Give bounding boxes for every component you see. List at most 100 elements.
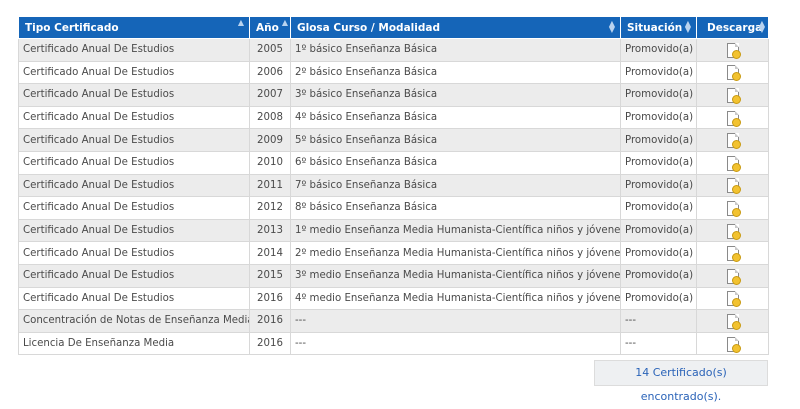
table-row: Certificado Anual De Estudios 2009 5º bási… [18, 128, 769, 152]
cell-situacion: Promovido(a) [620, 83, 697, 107]
cell-tipo: Concentración de Notas de Enseñanza Medi… [18, 309, 250, 333]
cell-tipo: Certificado Anual De Estudios [18, 83, 250, 107]
table-row: Certificado Anual De Estudios 2014 2º medi… [18, 241, 769, 265]
cell-anio: 2005 [249, 38, 291, 62]
cell-glosa: 8º básico Enseñanza Básica [290, 196, 621, 220]
cell-anio: 2006 [249, 60, 291, 85]
cell-tipo: Certificado Anual De Estudios [18, 150, 250, 175]
cell-anio: 2013 [249, 218, 291, 243]
certificate-file-icon[interactable] [726, 336, 741, 353]
cell-descarga [696, 105, 769, 130]
certificate-file-icon[interactable] [726, 155, 741, 172]
column-header-glosa[interactable]: Glosa Curso / Modalidad ▲ ▼ [290, 16, 621, 39]
column-header-situacion[interactable]: Situación ▲ ▼ [620, 16, 697, 39]
cell-anio: 2014 [249, 241, 291, 265]
sort-both-icon[interactable]: ▲ ▼ [685, 20, 691, 34]
cell-anio: 2007 [249, 83, 291, 107]
certificate-file-icon[interactable] [726, 87, 741, 104]
sort-asc-icon[interactable]: ▲ [282, 19, 288, 27]
table-row: Certificado Anual De Estudios 2011 7º bási… [18, 173, 769, 198]
certificate-file-icon[interactable] [726, 42, 741, 59]
cell-anio: 2012 [249, 196, 291, 220]
column-header-glosa-label: Glosa Curso / Modalidad [297, 21, 440, 34]
cell-descarga [696, 150, 769, 175]
cell-descarga [696, 173, 769, 198]
cell-anio: 2015 [249, 263, 291, 288]
certificate-file-icon[interactable] [726, 246, 741, 263]
sort-both-icon[interactable]: ▲ ▼ [609, 20, 615, 34]
cell-descarga [696, 60, 769, 85]
certificate-file-icon[interactable] [726, 313, 741, 330]
column-header-descarga[interactable]: Descarga ▲ ▼ [696, 16, 769, 39]
cell-descarga [696, 286, 769, 311]
table-header-row: Tipo Certificado ▲ Año ▲ Glosa Curso / M… [18, 16, 769, 39]
cell-situacion: Promovido(a) [620, 263, 697, 288]
cell-descarga [696, 38, 769, 62]
cell-situacion: Promovido(a) [620, 286, 697, 311]
cell-glosa: 3º medio Enseñanza Media Humanista-Cient… [290, 263, 621, 288]
certificate-file-icon[interactable] [726, 110, 741, 127]
cell-tipo: Certificado Anual De Estudios [18, 218, 250, 243]
certificates-panel: Tipo Certificado ▲ Año ▲ Glosa Curso / M… [18, 16, 769, 361]
table-row: Certificado Anual De Estudios 2015 3º medi… [18, 263, 769, 288]
certificates-table: Tipo Certificado ▲ Año ▲ Glosa Curso / M… [18, 16, 769, 356]
cell-tipo: Certificado Anual De Estudios [18, 241, 250, 265]
cell-descarga [696, 83, 769, 107]
cell-anio: 2016 [249, 286, 291, 311]
cell-anio: 2016 [249, 309, 291, 333]
column-header-tipo[interactable]: Tipo Certificado ▲ [18, 16, 250, 39]
cell-anio: 2008 [249, 105, 291, 130]
certificate-file-icon[interactable] [726, 223, 741, 240]
cell-glosa: 4º medio Enseñanza Media Humanista-Cient… [290, 286, 621, 311]
cell-situacion: --- [620, 331, 697, 356]
cell-situacion: --- [620, 309, 697, 333]
certificate-file-icon[interactable] [726, 178, 741, 195]
cell-glosa: 1º básico Enseñanza Básica [290, 38, 621, 62]
column-header-anio[interactable]: Año ▲ [249, 16, 291, 39]
cell-descarga [696, 263, 769, 288]
cell-tipo: Certificado Anual De Estudios [18, 128, 250, 152]
cell-tipo: Certificado Anual De Estudios [18, 60, 250, 85]
cell-situacion: Promovido(a) [620, 150, 697, 175]
certificate-file-icon[interactable] [726, 268, 741, 285]
table-row: Certificado Anual De Estudios 2013 1º medi… [18, 218, 769, 243]
cell-tipo: Certificado Anual De Estudios [18, 38, 250, 62]
table-row: Licencia De Enseñanza Media 2016 --- --- [18, 331, 769, 356]
certificate-file-icon[interactable] [726, 200, 741, 217]
cell-anio: 2016 [249, 331, 291, 356]
certificate-file-icon[interactable] [726, 291, 741, 308]
cell-descarga [696, 241, 769, 265]
cell-glosa: 2º medio Enseñanza Media Humanista-Cient… [290, 241, 621, 265]
cell-descarga [696, 309, 769, 333]
table-row: Certificado Anual De Estudios 2010 6º bási… [18, 150, 769, 175]
table-row: Certificado Anual De Estudios 2016 4º medi… [18, 286, 769, 311]
results-count: 14 Certificado(s) encontrado(s). [594, 360, 768, 403]
cell-glosa: --- [290, 309, 621, 333]
table-row: Certificado Anual De Estudios 2007 3º bási… [18, 83, 769, 107]
cell-tipo: Certificado Anual De Estudios [18, 196, 250, 220]
cell-situacion: Promovido(a) [620, 196, 697, 220]
column-header-descarga-label: Descarga [707, 21, 763, 34]
cell-tipo: Certificado Anual De Estudios [18, 286, 250, 311]
cell-glosa: 4º básico Enseñanza Básica [290, 105, 621, 130]
cell-anio: 2011 [249, 173, 291, 198]
cell-glosa: --- [290, 331, 621, 356]
cell-glosa: 2º básico Enseñanza Básica [290, 60, 621, 85]
cell-situacion: Promovido(a) [620, 38, 697, 62]
certificate-file-icon[interactable] [726, 65, 741, 82]
sort-both-icon[interactable]: ▲ ▼ [759, 20, 765, 34]
cell-tipo: Certificado Anual De Estudios [18, 173, 250, 198]
cell-descarga [696, 128, 769, 152]
cell-descarga [696, 331, 769, 356]
column-header-tipo-label: Tipo Certificado [25, 21, 119, 34]
certificate-file-icon[interactable] [726, 133, 741, 150]
cell-situacion: Promovido(a) [620, 105, 697, 130]
cell-glosa: 5º básico Enseñanza Básica [290, 128, 621, 152]
cell-descarga [696, 218, 769, 243]
cell-situacion: Promovido(a) [620, 241, 697, 265]
cell-descarga [696, 196, 769, 220]
table-row: Certificado Anual De Estudios 2012 8º bási… [18, 196, 769, 220]
cell-situacion: Promovido(a) [620, 218, 697, 243]
sort-asc-icon[interactable]: ▲ [238, 19, 244, 27]
cell-tipo: Certificado Anual De Estudios [18, 105, 250, 130]
